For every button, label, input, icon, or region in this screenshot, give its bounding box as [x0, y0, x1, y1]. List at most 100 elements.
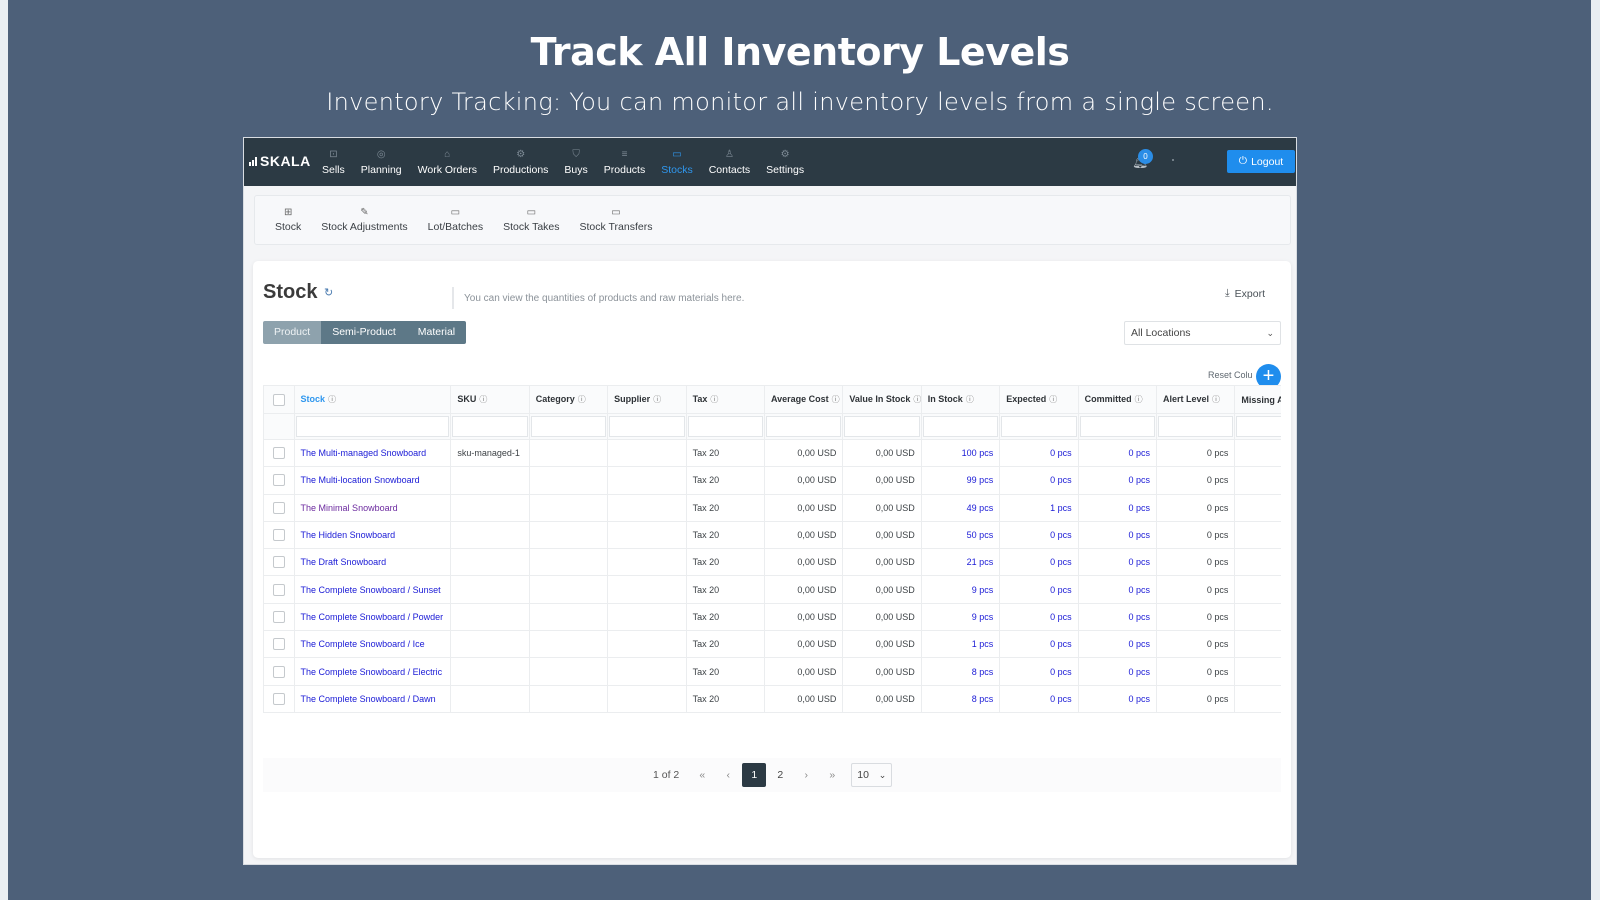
- next-page-button[interactable]: ›: [794, 763, 818, 787]
- filter-input-value-in-stock[interactable]: [844, 416, 920, 437]
- cell-committed[interactable]: 0 pcs: [1077, 657, 1158, 686]
- row-checkbox[interactable]: [272, 638, 285, 651]
- nav-item-buys[interactable]: ⛉ Buys: [556, 138, 595, 186]
- cell-stock[interactable]: The Complete Snowboard / Dawn: [293, 684, 452, 713]
- cell-stock[interactable]: The Multi-managed Snowboard: [293, 438, 452, 468]
- subnav-item-stock-transfers[interactable]: ▭ Stock Transfers: [570, 207, 663, 233]
- nav-item-work-orders[interactable]: ⌂ Work Orders: [410, 138, 485, 186]
- nav-item-planning[interactable]: ◎ Planning: [353, 138, 410, 186]
- cell-committed[interactable]: 0 pcs: [1077, 630, 1158, 659]
- nav-item-contacts[interactable]: ♙ Contacts: [701, 138, 758, 186]
- prev-page-button[interactable]: ‹: [716, 763, 740, 787]
- table-row[interactable]: The Complete Snowboard / Ice Tax 20 0,00 U…: [263, 630, 1281, 659]
- cell-expected[interactable]: 0 pcs: [999, 684, 1079, 713]
- segment-semi-product[interactable]: Semi-Product: [321, 321, 407, 344]
- cell-in-stock[interactable]: 9 pcs: [920, 575, 1001, 604]
- location-select[interactable]: All Locations ⌄: [1124, 321, 1281, 345]
- cell-stock[interactable]: The Complete Snowboard / Sunset: [293, 575, 452, 604]
- last-page-button[interactable]: »: [820, 763, 844, 787]
- cell-committed[interactable]: 0 pcs: [1077, 602, 1158, 632]
- column-header-sku[interactable]: SKU ⓘ: [450, 385, 530, 414]
- column-header-committed[interactable]: Committed ⓘ: [1077, 385, 1158, 414]
- cell-expected[interactable]: 0 pcs: [999, 548, 1079, 577]
- cell-stock[interactable]: The Multi-location Snowboard: [293, 466, 452, 495]
- cell-stock[interactable]: The Draft Snowboard: [293, 548, 452, 577]
- column-header-missing-amou[interactable]: Missing Amou: [1234, 385, 1281, 414]
- cell-committed[interactable]: 0 pcs: [1077, 548, 1158, 577]
- cell-in-stock[interactable]: 50 pcs: [920, 520, 1001, 550]
- row-checkbox[interactable]: [272, 556, 285, 569]
- cell-committed[interactable]: 0 pcs: [1077, 493, 1158, 522]
- logo[interactable]: SKALA: [249, 153, 311, 169]
- cell-in-stock[interactable]: 8 pcs: [920, 657, 1001, 686]
- cell-in-stock[interactable]: 100 pcs: [920, 438, 1001, 468]
- filter-input-alert-level[interactable]: [1158, 416, 1234, 437]
- column-header-stock[interactable]: Stock ⓘ: [293, 385, 452, 414]
- cell-in-stock[interactable]: 9 pcs: [920, 602, 1001, 632]
- cell-missing[interactable]: 0 pc: [1234, 466, 1281, 495]
- column-header-supplier[interactable]: Supplier ⓘ: [607, 385, 687, 414]
- column-header-alert-level[interactable]: Alert Level ⓘ: [1156, 385, 1236, 414]
- cell-missing[interactable]: 0 pc: [1234, 575, 1281, 604]
- cell-committed[interactable]: 0 pcs: [1077, 438, 1158, 468]
- cell-expected[interactable]: 0 pcs: [999, 520, 1079, 550]
- table-row[interactable]: The Draft Snowboard Tax 20 0,00 USD 0,00 US…: [263, 548, 1281, 577]
- table-row[interactable]: The Complete Snowboard / Powder Tax 20 0,0…: [263, 602, 1281, 632]
- cell-missing[interactable]: 0 pc: [1234, 493, 1281, 522]
- cell-committed[interactable]: 0 pcs: [1077, 466, 1158, 495]
- page-size-select[interactable]: 10 ⌄: [851, 763, 893, 787]
- refresh-icon[interactable]: ↻: [324, 286, 333, 299]
- subnav-item-stock[interactable]: ⊞ Stock: [265, 207, 311, 233]
- column-header-tax[interactable]: Tax ⓘ: [685, 385, 765, 414]
- column-header-in-stock[interactable]: In Stock ⓘ: [920, 385, 1001, 414]
- nav-item-stocks[interactable]: ▭ Stocks: [653, 138, 701, 186]
- export-button[interactable]: ⤓ Export: [1225, 287, 1265, 300]
- row-checkbox[interactable]: [272, 692, 285, 705]
- table-row[interactable]: The Complete Snowboard / Sunset Tax 20 0,0…: [263, 575, 1281, 604]
- logout-button[interactable]: ⏻ Logout: [1227, 150, 1295, 173]
- reset-columns-link[interactable]: Reset Colu: [1208, 370, 1253, 380]
- cell-missing[interactable]: 0 pc: [1234, 548, 1281, 577]
- cell-stock[interactable]: The Minimal Snowboard: [293, 493, 452, 522]
- nav-item-products[interactable]: ≡ Products: [596, 138, 653, 186]
- cell-missing[interactable]: 0 pc: [1234, 630, 1281, 659]
- segment-material[interactable]: Material: [406, 321, 467, 344]
- cell-in-stock[interactable]: 1 pcs: [920, 630, 1001, 659]
- cell-expected[interactable]: 0 pcs: [999, 657, 1079, 686]
- page-1-button[interactable]: 1: [742, 763, 767, 787]
- row-checkbox[interactable]: [272, 665, 285, 678]
- filter-input-expected[interactable]: [1001, 416, 1077, 437]
- cell-stock[interactable]: The Hidden Snowboard: [293, 520, 452, 550]
- cell-expected[interactable]: 0 pcs: [999, 438, 1079, 468]
- table-row[interactable]: The Multi-managed Snowboard sku-managed-1…: [263, 438, 1281, 468]
- cell-expected[interactable]: 0 pcs: [999, 575, 1079, 604]
- column-header-value-in-stock[interactable]: Value In Stock ⓘ: [842, 385, 922, 414]
- column-header-category[interactable]: Category ⓘ: [528, 385, 609, 414]
- cell-expected[interactable]: 0 pcs: [999, 602, 1079, 632]
- table-row[interactable]: The Multi-location Snowboard Tax 20 0,00 U…: [263, 466, 1281, 495]
- first-page-button[interactable]: «: [690, 763, 714, 787]
- subnav-item-stock-adjustments[interactable]: ✎ Stock Adjustments: [311, 207, 417, 233]
- user-menu-dot[interactable]: [1172, 159, 1174, 161]
- cell-missing[interactable]: 0 pc: [1234, 602, 1281, 632]
- row-checkbox[interactable]: [272, 474, 285, 487]
- filter-input-in-stock[interactable]: [922, 416, 999, 437]
- select-all-checkbox[interactable]: [272, 393, 285, 406]
- table-row[interactable]: The Complete Snowboard / Dawn Tax 20 0,00 …: [263, 684, 1281, 713]
- filter-input-missing-amou[interactable]: [1236, 416, 1281, 437]
- cell-in-stock[interactable]: 8 pcs: [920, 684, 1001, 713]
- row-checkbox[interactable]: [272, 610, 285, 623]
- cell-missing[interactable]: 0 pc: [1234, 657, 1281, 686]
- cell-committed[interactable]: 0 pcs: [1077, 684, 1158, 713]
- row-checkbox[interactable]: [272, 583, 285, 596]
- table-row[interactable]: The Complete Snowboard / Electric Tax 20 0…: [263, 657, 1281, 686]
- filter-input-supplier[interactable]: [609, 416, 685, 437]
- filter-input-sku[interactable]: [452, 416, 528, 437]
- filter-input-category[interactable]: [530, 416, 607, 437]
- nav-item-sells[interactable]: ⊡ Sells: [314, 138, 353, 186]
- filter-input-average-cost[interactable]: [765, 416, 842, 437]
- row-checkbox[interactable]: [272, 501, 285, 514]
- cell-expected[interactable]: 1 pcs: [999, 493, 1079, 522]
- cell-in-stock[interactable]: 21 pcs: [920, 548, 1001, 577]
- filter-input-stock[interactable]: [295, 416, 450, 437]
